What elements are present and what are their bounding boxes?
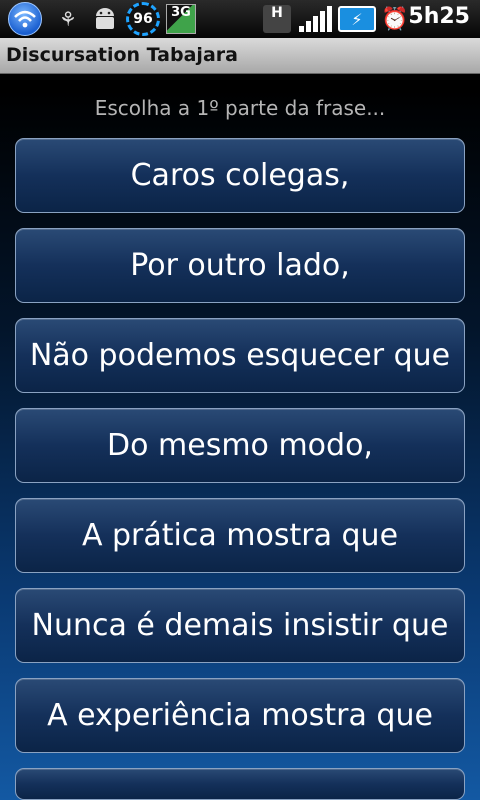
app-title: Discursation Tabajara xyxy=(6,44,238,66)
status-time: 5h25 xyxy=(408,4,470,29)
prompt-text: Escolha a 1º parte da frase... xyxy=(94,96,386,120)
phrase-option-button[interactable]: Nunca é demais insistir que xyxy=(15,588,465,663)
usb-icon: ⚘ xyxy=(59,7,77,31)
battery-meter-value: 96 xyxy=(133,11,153,27)
wifi-icon xyxy=(8,2,42,36)
network-3g-icon: 3G xyxy=(166,4,196,34)
phrase-option-button[interactable]: Por outro lado, xyxy=(15,228,465,303)
battery-icon: ⚡ xyxy=(338,6,376,32)
network-type-label: 3G xyxy=(171,5,191,20)
data-indicator-label: H xyxy=(271,5,283,21)
phrase-option-button[interactable]: A experiência mostra que xyxy=(15,678,465,753)
alarm-icon: ⏰ xyxy=(381,6,409,32)
phrase-option-button-partial[interactable] xyxy=(15,768,465,800)
battery-meter-icon: 96 xyxy=(126,2,160,36)
android-icon xyxy=(90,3,120,35)
screen: ⚘ 96 3G H ⚡ ⏰ 5h25 Discursation Tabajara… xyxy=(0,0,480,800)
app-title-bar: Discursation Tabajara xyxy=(0,38,480,74)
phrase-option-button[interactable]: Não podemos esquecer que xyxy=(15,318,465,393)
signal-icon xyxy=(298,6,332,32)
status-bar: ⚘ 96 3G H ⚡ ⏰ 5h25 xyxy=(0,0,480,38)
h-data-icon: H xyxy=(263,5,291,33)
phrase-option-button[interactable]: A prática mostra que xyxy=(15,498,465,573)
phrase-option-button[interactable]: Caros colegas, xyxy=(15,138,465,213)
phrase-option-button[interactable]: Do mesmo modo, xyxy=(15,408,465,483)
